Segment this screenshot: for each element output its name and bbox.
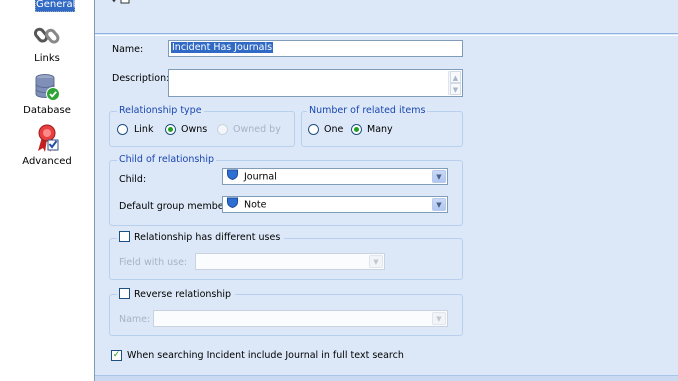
description-input[interactable]: ▲ ▼ [168,69,463,97]
child-select-value: Journal [244,171,277,183]
sidebar-item-label: Links [34,53,60,64]
sidebar: General Links Database Advanced [0,0,94,381]
child-group-title: Child of relationship [117,154,216,165]
different-uses-label[interactable]: Relationship has different uses [134,232,280,243]
reverse-relationship-label[interactable]: Reverse relationship [134,289,231,300]
child-select[interactable]: Journal ▼ [222,168,448,185]
toolbar-icon [109,0,131,12]
owns-radio-label[interactable]: Owns [181,124,207,135]
child-label: Child: [119,174,147,185]
shield-icon [227,197,238,213]
default-group-member-select[interactable]: Note ▼ [222,196,448,213]
description-label: Description: [112,73,170,84]
one-radio-label[interactable]: One [324,124,343,135]
main-panel: Name: Incident Has Journals Description:… [94,0,678,381]
chevron-down-icon[interactable]: ▼ [432,312,446,325]
full-text-search-label[interactable]: When searching Incident include Journal … [127,350,404,361]
default-group-member-value: Note [244,199,267,211]
chevron-down-icon[interactable]: ▼ [369,255,383,268]
header-strip [95,0,678,34]
name-input[interactable]: Incident Has Journals [168,40,463,57]
reverse-relationship-header: Reverse relationship [117,288,236,300]
sidebar-item-label: Advanced [22,156,72,167]
reverse-name-select[interactable]: ▼ [153,310,448,327]
full-text-search-checkbox[interactable]: ✓ [111,350,122,361]
chevron-down-icon[interactable]: ▼ [432,198,446,211]
scroll-down-icon[interactable]: ▼ [450,83,461,95]
sidebar-item-links[interactable]: Links [0,20,94,66]
sidebar-item-label: Database [23,105,71,116]
field-with-use-select[interactable]: ▼ [195,253,385,270]
many-radio-label[interactable]: Many [367,124,393,135]
sidebar-item-advanced[interactable]: Advanced [0,121,94,167]
link-radio-label[interactable]: Link [134,124,153,135]
one-radio[interactable] [308,124,319,135]
link-radio[interactable] [117,124,128,135]
description-scrollbar[interactable]: ▲ ▼ [448,71,461,95]
chevron-down-icon[interactable]: ▼ [432,170,446,183]
related-items-title: Number of related items [307,105,428,116]
owns-radio[interactable] [165,124,176,135]
name-input-value: Incident Has Journals [171,42,274,53]
reverse-name-label: Name: [119,314,151,325]
chain-link-icon [33,22,60,53]
different-uses-checkbox[interactable] [119,231,130,242]
sidebar-item-database[interactable]: Database [0,70,94,116]
default-group-member-label: Default group member: [119,201,231,212]
database-icon [33,72,61,105]
owned-by-radio[interactable] [217,124,228,135]
reverse-relationship-checkbox[interactable] [119,288,130,299]
relationship-type-title: Relationship type [117,105,204,116]
name-label-text: Name: [112,44,144,55]
divider [95,35,678,36]
ribbon-icon [34,123,60,156]
owned-by-radio-label[interactable]: Owned by [233,124,281,135]
shield-icon [227,169,238,185]
different-uses-header: Relationship has different uses [117,231,285,243]
sidebar-item-general[interactable]: General [0,0,94,14]
many-radio[interactable] [351,124,362,135]
field-with-use-label: Field with use: [119,257,188,268]
sidebar-item-label: General [35,0,75,12]
scroll-up-icon[interactable]: ▲ [450,71,461,83]
bottom-edge [95,375,678,381]
